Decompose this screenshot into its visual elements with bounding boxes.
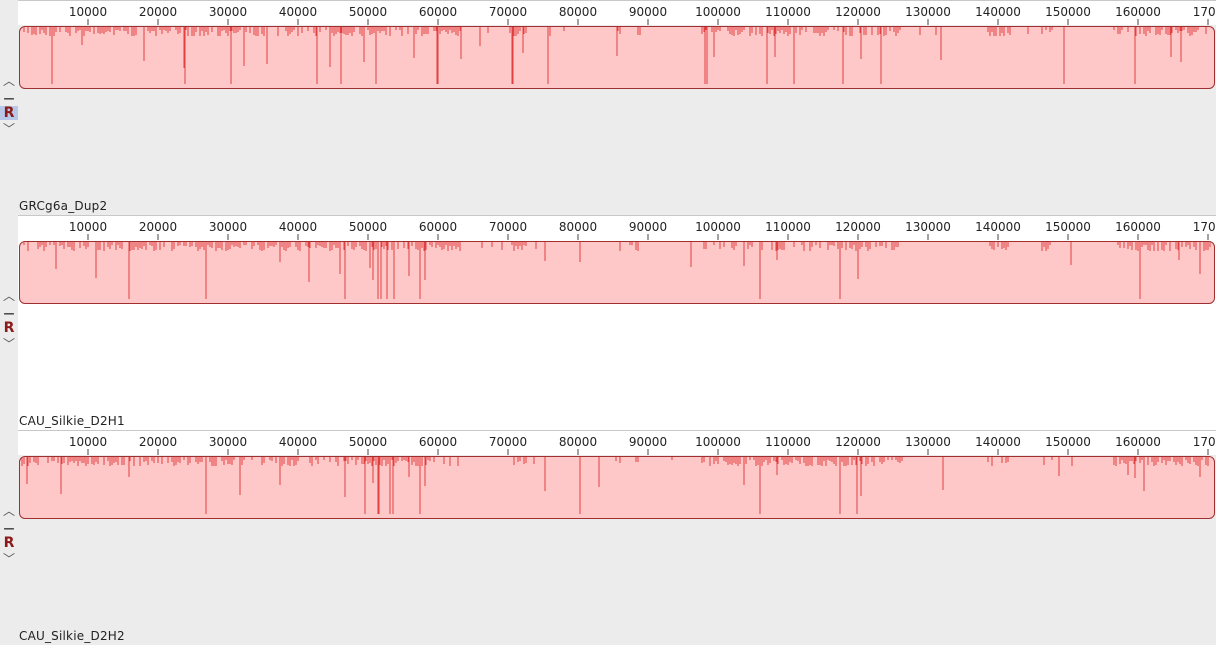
alignment-block[interactable] — [19, 456, 1215, 519]
ruler-tick-label: 110000 — [765, 435, 811, 449]
ruler-tick-label: 50000 — [349, 5, 387, 19]
ruler-tick-label: 1700 — [1193, 5, 1216, 19]
minus-icon[interactable]: — — [0, 523, 18, 534]
ruler-tick-label: 20000 — [139, 5, 177, 19]
ruler-tick-label: 70000 — [489, 220, 527, 234]
sequence-name-label: GRCg6a_Dup2 — [19, 199, 108, 213]
ruler-tick-label: 100000 — [695, 220, 741, 234]
ruler-tick-label: 10000 — [69, 220, 107, 234]
minus-icon[interactable]: — — [0, 93, 18, 104]
move-down-icon[interactable]: ﹀ — [0, 123, 18, 135]
reference-button[interactable]: R — [0, 106, 18, 120]
ruler-tick-label: 160000 — [1115, 5, 1161, 19]
ruler-tick-label: 10000 — [69, 5, 107, 19]
ruler-tick-label: 60000 — [419, 5, 457, 19]
coordinate-ruler: 10000 20000 30000 40000 50000 60000 70000 80000… — [18, 0, 1216, 25]
panel-sidebar: ︿ — R ﹀ — [0, 430, 18, 645]
alignment-block[interactable] — [19, 241, 1215, 304]
ruler-tick-label: 30000 — [209, 435, 247, 449]
ruler-tick-label: 110000 — [765, 5, 811, 19]
reference-button[interactable]: R — [0, 536, 18, 550]
ruler-tick-label: 100000 — [695, 5, 741, 19]
ruler-tick-label: 90000 — [629, 435, 667, 449]
panel-content: 10000 20000 30000 40000 50000 60000 70000 80000… — [18, 215, 1216, 430]
ruler-tick-label: 130000 — [905, 435, 951, 449]
ruler-tick-label: 80000 — [559, 435, 597, 449]
ruler-tick-label: 30000 — [209, 5, 247, 19]
panel-content: 10000 20000 30000 40000 50000 60000 70000 80000… — [18, 0, 1216, 215]
move-up-icon[interactable]: ︿ — [0, 290, 18, 302]
ruler-tick-label: 140000 — [975, 435, 1021, 449]
ruler-tick-label: 30000 — [209, 220, 247, 234]
move-down-icon[interactable]: ﹀ — [0, 338, 18, 350]
move-down-icon[interactable]: ﹀ — [0, 553, 18, 565]
ruler-tick-label: 150000 — [1045, 220, 1091, 234]
ruler-tick-label: 20000 — [139, 220, 177, 234]
ruler-tick-label: 50000 — [349, 220, 387, 234]
ruler-tick-label: 150000 — [1045, 5, 1091, 19]
ruler-tick-label: 40000 — [279, 220, 317, 234]
ruler-tick-label: 10000 — [69, 435, 107, 449]
ruler-tick-label: 90000 — [629, 220, 667, 234]
panel-cau-silkie-d2h2: ︿ — R ﹀ 10000 20000 30000 40000 50000 60000 70… — [0, 430, 1216, 645]
ruler-tick-label: 1700 — [1193, 435, 1216, 449]
ruler-tick-label: 160000 — [1115, 220, 1161, 234]
ruler-tick-label: 90000 — [629, 5, 667, 19]
ruler-tick-label: 40000 — [279, 435, 317, 449]
ruler-tick-label: 140000 — [975, 220, 1021, 234]
coordinate-ruler: 10000 20000 30000 40000 50000 60000 70000 80000… — [18, 430, 1216, 455]
sequence-name-label: CAU_Silkie_D2H1 — [19, 414, 125, 428]
panel-content: 10000 20000 30000 40000 50000 60000 70000 80000… — [18, 430, 1216, 645]
panel-sidebar: ︿ — R ﹀ — [0, 0, 18, 215]
ruler-tick-label: 120000 — [835, 5, 881, 19]
reference-button[interactable]: R — [0, 321, 18, 335]
coordinate-ruler: 10000 20000 30000 40000 50000 60000 70000 80000… — [18, 215, 1216, 240]
ruler-tick-label: 70000 — [489, 5, 527, 19]
panel-grcg6a-dup2: ︿ — R ﹀ 10000 20000 30000 40000 50000 60000 70… — [0, 0, 1216, 215]
ruler-tick-label: 120000 — [835, 220, 881, 234]
alignment-block[interactable] — [19, 26, 1215, 89]
ruler-tick-label: 50000 — [349, 435, 387, 449]
ruler-tick-label: 20000 — [139, 435, 177, 449]
ruler-tick-label: 110000 — [765, 220, 811, 234]
ruler-tick-label: 80000 — [559, 5, 597, 19]
ruler-tick-label: 1700 — [1193, 220, 1216, 234]
ruler-tick-label: 130000 — [905, 5, 951, 19]
ruler-tick-label: 60000 — [419, 220, 457, 234]
ruler-tick-label: 40000 — [279, 5, 317, 19]
minus-icon[interactable]: — — [0, 308, 18, 319]
panel-cau-silkie-d2h1: ︿ — R ﹀ 10000 20000 30000 40000 50000 60000 70… — [0, 215, 1216, 430]
ruler-tick-label: 140000 — [975, 5, 1021, 19]
ruler-tick-label: 60000 — [419, 435, 457, 449]
ruler-tick-label: 160000 — [1115, 435, 1161, 449]
move-up-icon[interactable]: ︿ — [0, 505, 18, 517]
ruler-tick-label: 70000 — [489, 435, 527, 449]
ruler-tick-label: 150000 — [1045, 435, 1091, 449]
sequence-name-label: CAU_Silkie_D2H2 — [19, 629, 125, 643]
ruler-tick-label: 120000 — [835, 435, 881, 449]
ruler-tick-label: 80000 — [559, 220, 597, 234]
move-up-icon[interactable]: ︿ — [0, 75, 18, 87]
ruler-tick-label: 100000 — [695, 435, 741, 449]
ruler-tick-label: 130000 — [905, 220, 951, 234]
panel-sidebar: ︿ — R ﹀ — [0, 215, 18, 430]
